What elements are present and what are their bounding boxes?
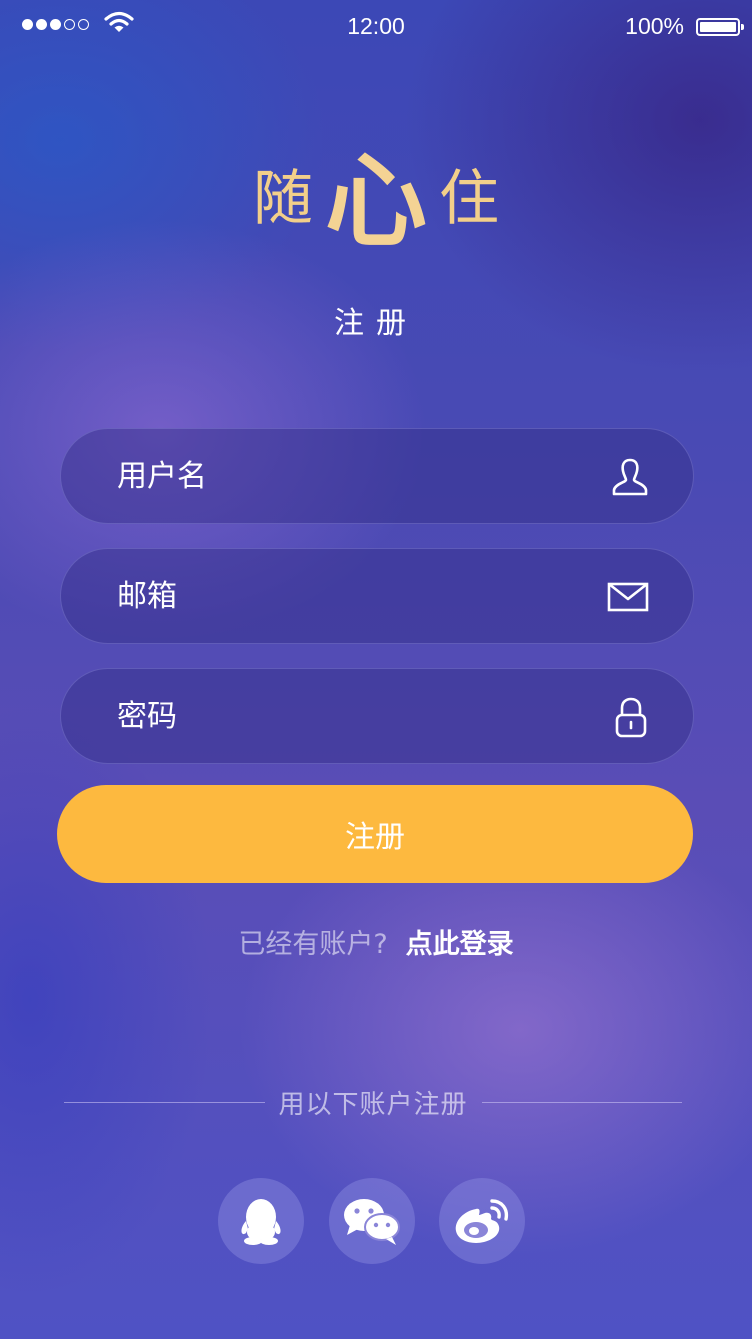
wechat-login-button[interactable]: [329, 1178, 415, 1264]
social-divider-text: 用以下账户注册: [278, 1089, 468, 1120]
password-input[interactable]: [117, 669, 597, 763]
social-divider: 用以下账户注册: [64, 1082, 683, 1122]
qq-penguin-icon: [241, 1199, 281, 1245]
register-button[interactable]: 注册: [57, 785, 693, 883]
login-link[interactable]: 点此登录: [406, 929, 514, 960]
weibo-login-button[interactable]: [439, 1178, 525, 1264]
page-title: 注册: [334, 306, 418, 341]
login-prompt: 已经有账户? 点此登录: [0, 922, 752, 961]
lock-icon: [615, 697, 647, 738]
status-bar: 12:00 100%: [0, 0, 752, 54]
logo-char-2: 心: [325, 142, 427, 262]
logo-char-1: 随: [253, 164, 313, 234]
weibo-icon: [455, 1199, 509, 1243]
logo-char-3: 住: [439, 164, 499, 234]
username-input[interactable]: [117, 429, 597, 523]
username-field[interactable]: [60, 428, 694, 524]
login-question: 已经有账户?: [238, 929, 388, 960]
app-logo: 随心住: [0, 120, 752, 267]
qq-login-button[interactable]: [218, 1178, 304, 1264]
wechat-icon: [344, 1199, 400, 1245]
divider-line-right: [481, 1101, 683, 1103]
battery-icon: [696, 18, 744, 36]
battery-percentage: 100%: [625, 13, 684, 39]
password-field[interactable]: [60, 668, 694, 764]
divider-line-left: [64, 1101, 265, 1103]
email-input[interactable]: [117, 549, 597, 643]
mail-icon: [607, 582, 649, 612]
email-field[interactable]: [60, 548, 694, 644]
user-icon: [612, 458, 648, 496]
